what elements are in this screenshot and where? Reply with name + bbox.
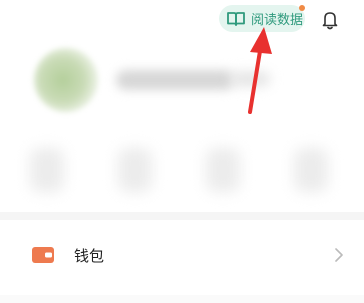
user-info-blurred [230, 72, 270, 86]
stat-item[interactable] [30, 148, 64, 192]
bell-icon[interactable] [322, 10, 338, 30]
wallet-label: 钱包 [74, 247, 105, 265]
book-icon [227, 11, 245, 26]
menu-item-wallet[interactable]: 钱包 [0, 230, 364, 280]
chevron-right-icon [335, 248, 343, 262]
notification-dot [299, 5, 305, 11]
stat-item[interactable] [118, 148, 152, 192]
stats-row-blurred [0, 138, 364, 202]
username-blurred [116, 70, 234, 90]
reading-data-label: 阅读数据 [251, 13, 304, 28]
avatar[interactable] [34, 48, 98, 112]
reading-data-button[interactable]: 阅读数据 [219, 5, 305, 32]
top-bar: 阅读数据 [0, 0, 364, 40]
section-divider [0, 212, 364, 220]
wallet-icon [32, 247, 54, 263]
profile-section[interactable] [0, 42, 364, 132]
stat-item[interactable] [294, 148, 328, 192]
stat-item[interactable] [206, 148, 240, 192]
bottom-divider [0, 295, 364, 303]
